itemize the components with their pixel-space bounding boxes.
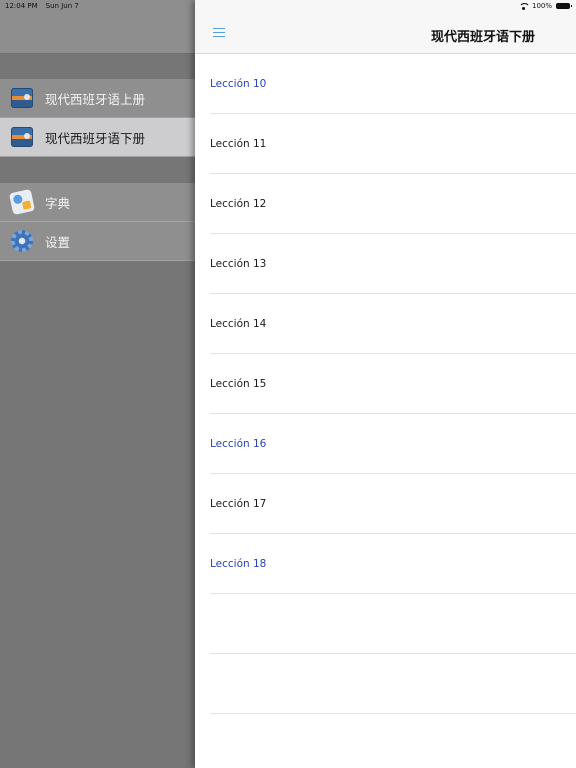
lesson-row-13[interactable]: Lección 13 [195, 234, 576, 294]
lesson-label: Lección 13 [210, 258, 267, 270]
lesson-label: Lección 15 [210, 378, 267, 390]
lesson-row-11[interactable]: Lección 11 [195, 114, 576, 174]
lesson-row-14[interactable]: Lección 14 [195, 294, 576, 354]
empty-row [195, 654, 576, 714]
book-icon [11, 127, 33, 147]
dictionary-icon [8, 188, 36, 216]
lesson-label: Lección 16 [210, 438, 267, 450]
lesson-row-18[interactable]: Lección 18 [195, 534, 576, 594]
status-right: 100% [518, 2, 572, 10]
status-date: Sun Jun 7 [45, 2, 79, 10]
wifi-icon [518, 2, 530, 10]
gear-icon [11, 230, 33, 252]
lesson-label: Lección 11 [210, 138, 267, 150]
lesson-label: Lección 18 [210, 558, 267, 570]
lesson-row-15[interactable]: Lección 15 [195, 354, 576, 414]
sidebar-books-section: 现代西班牙语上册 现代西班牙语下册 [0, 79, 195, 157]
sidebar-tools-section: 字典 设置 [0, 183, 195, 261]
status-bar: 12:04 PM Sun Jun 7 100% [0, 0, 576, 12]
lesson-row-16[interactable]: Lección 16 [195, 414, 576, 474]
book-icon [11, 88, 33, 108]
status-time: 12:04 PM [5, 2, 38, 10]
sidebar-item-settings[interactable]: 设置 [0, 222, 195, 261]
status-left: 12:04 PM Sun Jun 7 [5, 2, 79, 10]
page-title: 现代西班牙语下册 [431, 30, 536, 45]
sidebar-item-label: 设置 [45, 234, 71, 250]
lesson-label: Lección 10 [210, 78, 267, 90]
main-panel: 现代西班牙语下册 Lección 10 Lección 11 Lección 1… [195, 0, 576, 768]
sidebar: 现代西班牙语上册 现代西班牙语下册 字典 设置 [0, 0, 195, 768]
sidebar-item-book-1[interactable]: 现代西班牙语上册 [0, 79, 195, 118]
battery-icon [556, 3, 572, 9]
sidebar-item-label: 现代西班牙语上册 [45, 91, 146, 107]
lesson-label: Lección 14 [210, 318, 267, 330]
lesson-label: Lección 12 [210, 198, 267, 210]
sidebar-item-label: 字典 [45, 195, 71, 211]
empty-row [195, 594, 576, 654]
lesson-row-17[interactable]: Lección 17 [195, 474, 576, 534]
sidebar-item-label: 现代西班牙语下册 [45, 130, 146, 146]
hamburger-menu-icon[interactable] [213, 28, 225, 37]
battery-percent: 100% [531, 2, 552, 10]
lesson-list: Lección 10 Lección 11 Lección 12 Lección… [195, 54, 576, 714]
lesson-row-10[interactable]: Lección 10 [195, 54, 576, 114]
sidebar-item-book-2[interactable]: 现代西班牙语下册 [0, 118, 195, 157]
sidebar-item-dictionary[interactable]: 字典 [0, 183, 195, 222]
lesson-row-12[interactable]: Lección 12 [195, 174, 576, 234]
lesson-label: Lección 17 [210, 498, 267, 510]
